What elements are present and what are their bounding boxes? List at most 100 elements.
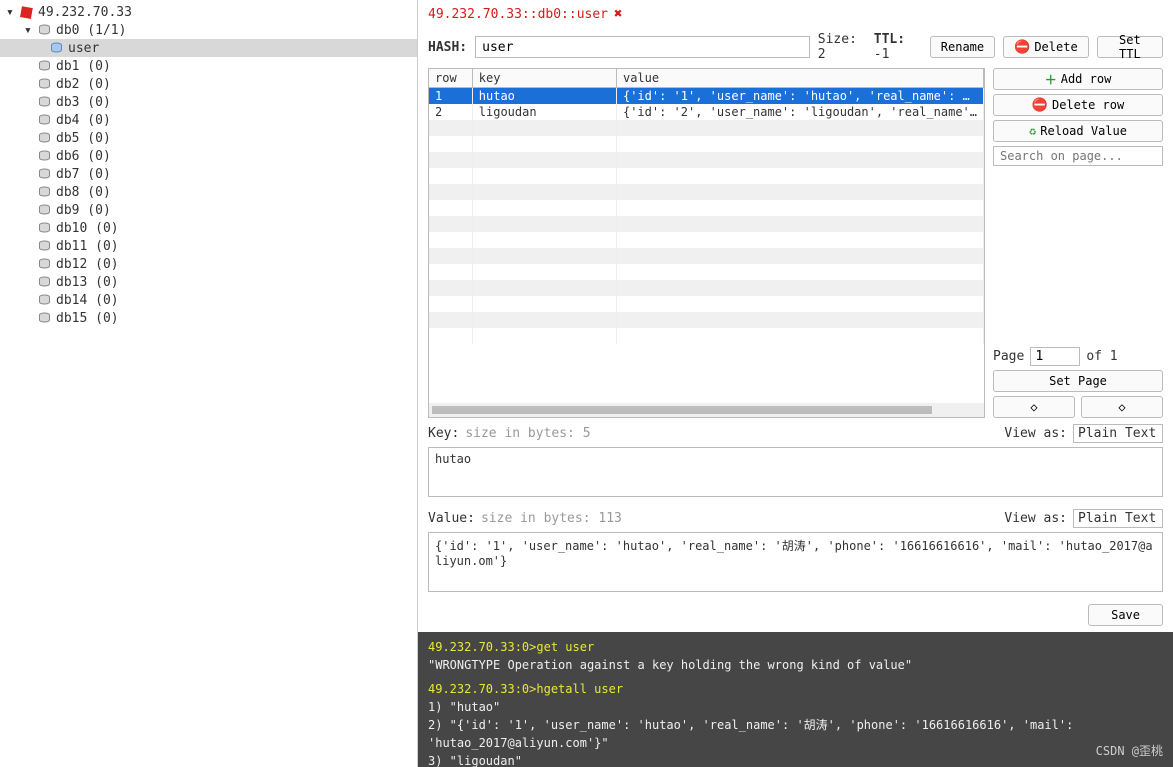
set-ttl-button[interactable]: Set TTL — [1097, 36, 1163, 58]
table-row[interactable]: 2ligoudan{'id': '2', 'user_name': 'ligou… — [429, 104, 984, 120]
database-icon — [36, 311, 52, 325]
database-icon — [36, 149, 52, 163]
next-page-button[interactable]: ◇ — [1081, 396, 1163, 418]
reload-button[interactable]: ♻Reload Value — [993, 120, 1163, 142]
database-icon — [36, 203, 52, 217]
add-row-button[interactable]: ＋Add row — [993, 68, 1163, 90]
database-icon — [36, 221, 52, 235]
size-label: Size: 2 — [818, 32, 866, 62]
db-label: db12 (0) — [56, 257, 119, 272]
expand-arrow-icon: ▾ — [6, 5, 18, 20]
view-as-label: View as: — [1004, 426, 1067, 441]
table-row-empty — [429, 312, 984, 328]
col-value[interactable]: value — [616, 69, 983, 88]
watermark: CSDN @歪桃 — [1096, 742, 1163, 759]
close-tab-icon[interactable]: ✖ — [614, 6, 622, 22]
content-row: row key value 1hutao{'id': '1', 'user_na… — [418, 68, 1173, 418]
minus-icon: ⛔ — [1014, 40, 1030, 55]
ttl-label: TTL: -1 — [874, 32, 922, 62]
key-label: Key: — [428, 426, 459, 441]
server-icon — [18, 5, 34, 19]
db-node[interactable]: db6 (0) — [0, 147, 417, 165]
db-node[interactable]: db15 (0) — [0, 309, 417, 327]
db-node[interactable]: db1 (0) — [0, 57, 417, 75]
table-row-empty — [429, 152, 984, 168]
database-icon — [36, 131, 52, 145]
db-label: db7 (0) — [56, 167, 111, 182]
db-label: db5 (0) — [56, 131, 111, 146]
plus-icon: ＋ — [1045, 71, 1057, 88]
rename-button[interactable]: Rename — [930, 36, 995, 58]
db-node[interactable]: db12 (0) — [0, 255, 417, 273]
database-icon — [36, 185, 52, 199]
db-node[interactable]: db5 (0) — [0, 129, 417, 147]
db-label: db0 (1/1) — [56, 23, 126, 38]
db-node[interactable]: db9 (0) — [0, 201, 417, 219]
db-label: db15 (0) — [56, 311, 119, 326]
table-row-empty — [429, 248, 984, 264]
key-label: user — [68, 41, 99, 56]
hash-table: row key value 1hutao{'id': '1', 'user_na… — [428, 68, 985, 418]
type-label: HASH: — [428, 40, 467, 55]
db-node[interactable]: db7 (0) — [0, 165, 417, 183]
db-node[interactable]: db10 (0) — [0, 219, 417, 237]
hash-header: HASH: Size: 2 TTL: -1 Rename ⛔Delete Set… — [418, 26, 1173, 68]
database-icon — [36, 275, 52, 289]
tab-title[interactable]: 49.232.70.33::db0::user — [428, 7, 608, 22]
db-node[interactable]: db4 (0) — [0, 111, 417, 129]
db-node[interactable]: db11 (0) — [0, 237, 417, 255]
db-label: db6 (0) — [56, 149, 111, 164]
database-icon — [36, 113, 52, 127]
table-row-empty — [429, 264, 984, 280]
value-view-select[interactable]: Plain Text — [1073, 509, 1163, 528]
db-node[interactable]: db14 (0) — [0, 291, 417, 309]
key-size-hint: size in bytes: 5 — [465, 426, 590, 441]
db-label: db9 (0) — [56, 203, 111, 218]
database-icon — [36, 239, 52, 253]
search-input[interactable] — [993, 146, 1163, 166]
db-label: db13 (0) — [56, 275, 119, 290]
set-page-button[interactable]: Set Page — [993, 370, 1163, 392]
db-label: db3 (0) — [56, 95, 111, 110]
database-icon — [36, 167, 52, 181]
value-content[interactable]: {'id': '1', 'user_name': 'hutao', 'real_… — [428, 532, 1163, 592]
save-button[interactable]: Save — [1088, 604, 1163, 626]
table-row-empty — [429, 136, 984, 152]
table-row-empty — [429, 232, 984, 248]
console[interactable]: 49.232.70.33:0>get user "WRONGTYPE Opera… — [418, 632, 1173, 767]
key-section: Key: size in bytes: 5 View as: Plain Tex… — [418, 418, 1173, 503]
database-icon — [36, 23, 52, 37]
tab-bar: 49.232.70.33::db0::user ✖ — [418, 0, 1173, 26]
key-content[interactable]: hutao — [428, 447, 1163, 497]
h-scrollbar[interactable] — [429, 403, 984, 417]
table-row-empty — [429, 296, 984, 312]
table-row[interactable]: 1hutao{'id': '1', 'user_name': 'hutao', … — [429, 88, 984, 105]
reload-icon: ♻ — [1029, 124, 1036, 138]
key-name-input[interactable] — [475, 36, 810, 58]
db-node[interactable]: db3 (0) — [0, 93, 417, 111]
col-row[interactable]: row — [429, 69, 472, 88]
db-node[interactable]: db13 (0) — [0, 273, 417, 291]
database-icon — [36, 95, 52, 109]
col-key[interactable]: key — [472, 69, 616, 88]
db-label: db11 (0) — [56, 239, 119, 254]
server-node[interactable]: ▾ 49.232.70.33 — [0, 3, 417, 21]
page-input[interactable] — [1030, 347, 1080, 366]
view-as-label: View as: — [1004, 511, 1067, 526]
db-node[interactable]: db2 (0) — [0, 75, 417, 93]
db-node[interactable]: ▾ db0 (1/1) — [0, 21, 417, 39]
db-label: db10 (0) — [56, 221, 119, 236]
database-icon — [36, 77, 52, 91]
delete-button[interactable]: ⛔Delete — [1003, 36, 1089, 58]
key-node[interactable]: user — [0, 39, 417, 57]
table-row-empty — [429, 168, 984, 184]
key-view-select[interactable]: Plain Text — [1073, 424, 1163, 443]
prev-page-button[interactable]: ◇ — [993, 396, 1075, 418]
table-row-empty — [429, 184, 984, 200]
db-node[interactable]: db8 (0) — [0, 183, 417, 201]
database-icon — [36, 257, 52, 271]
delete-row-button[interactable]: ⛔Delete row — [993, 94, 1163, 116]
db-label: db14 (0) — [56, 293, 119, 308]
table-row-empty — [429, 200, 984, 216]
sidebar: ▾ 49.232.70.33 ▾ db0 (1/1) user db1 (0) … — [0, 0, 418, 767]
